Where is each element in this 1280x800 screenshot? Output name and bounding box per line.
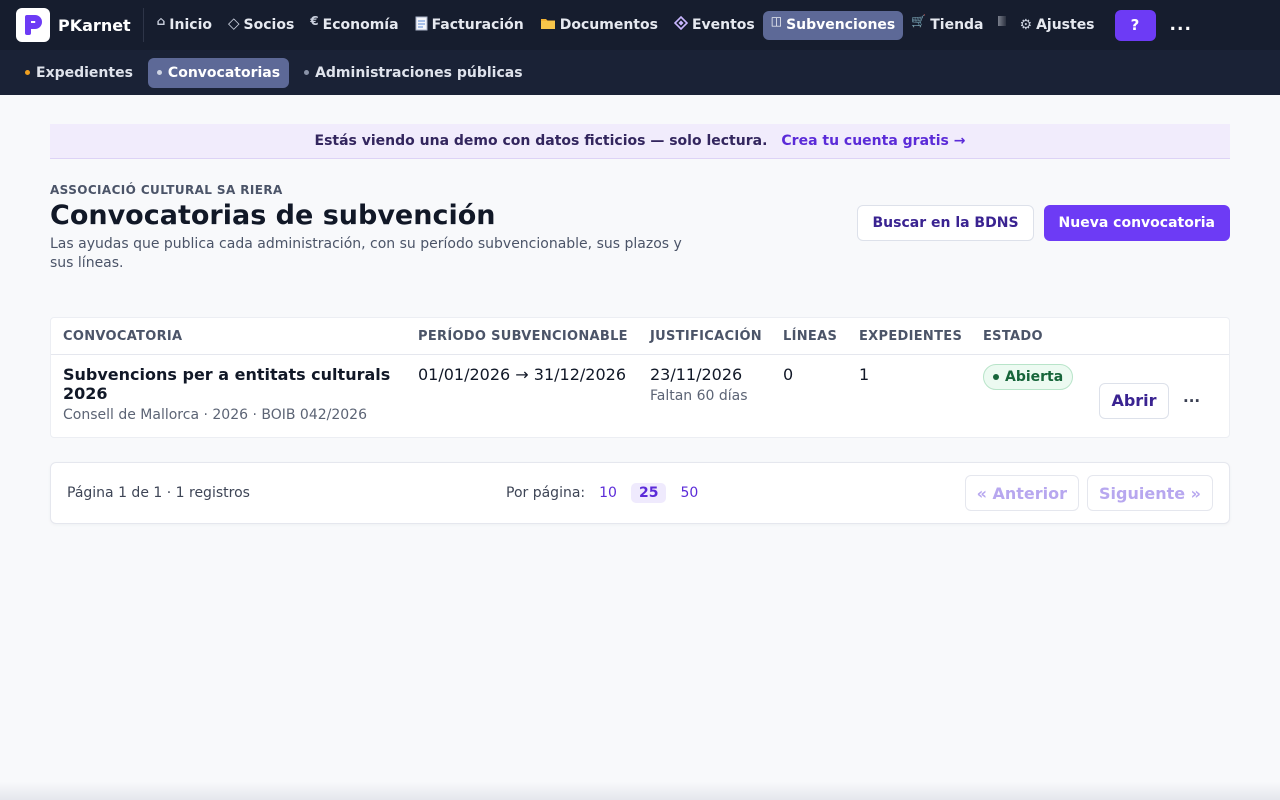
brand[interactable]: PKarnet (16, 8, 144, 42)
new-call-button[interactable]: Nueva convocatoria (1043, 205, 1230, 241)
brand-name: PKarnet (58, 15, 131, 35)
dot-icon (25, 70, 30, 75)
status-dot-icon (993, 374, 999, 380)
nav-item-label: Ajustes (1036, 17, 1095, 33)
subnav-item-label: Administraciones públicas (315, 64, 523, 81)
euro-icon: € (310, 14, 319, 28)
nav-item-facturacion[interactable]: Facturación (407, 11, 532, 40)
period-value: 01/01/2026 → 31/12/2026 (418, 365, 627, 384)
status-label: Abierta (1005, 369, 1064, 385)
nav-item-label: Eventos (691, 17, 755, 33)
more-menu-button[interactable]: ... (1170, 15, 1192, 35)
row-more-button[interactable]: ··· (1183, 392, 1200, 410)
pagination-nav: « Anterior Siguiente » (964, 475, 1213, 511)
column-header-justificacion[interactable]: JUSTIFICACIÓN (650, 329, 783, 344)
nav-item-ajustes[interactable]: ⚙ Ajustes (1012, 11, 1103, 40)
bottom-edge-shadow (0, 782, 1280, 800)
pagination: Página 1 de 1 · 1 registros Por página: … (50, 462, 1230, 524)
create-account-link[interactable]: Crea tu cuenta gratis → (781, 133, 965, 149)
table-row[interactable]: Subvencions per a entitats culturals 202… (51, 355, 1229, 437)
nav-item-documentos[interactable]: Documentos (532, 11, 666, 40)
justification-remaining: Faltan 60 días (650, 388, 748, 404)
row-actions: Abrir ··· (1099, 364, 1200, 437)
gear-icon: ⚙ (1019, 17, 1033, 33)
column-header-periodo[interactable]: PERÍODO SUBVENCIONABLE (418, 329, 650, 344)
cell-convocatoria: Subvencions per a entitats culturals 202… (51, 365, 418, 437)
nav-item-inicio[interactable]: ⌂ Inicio (149, 11, 220, 40)
help-button[interactable]: ? (1114, 9, 1156, 41)
nav-item-label: Tienda (930, 17, 984, 33)
per-page-option-25[interactable]: 25 (630, 483, 667, 503)
nav-item-label: Subvenciones (786, 17, 896, 33)
dot-icon (304, 70, 310, 75)
nav-item-label: Facturación (431, 17, 524, 33)
cell-expedientes: 1 (859, 365, 983, 437)
search-bdns-button[interactable]: Buscar en la BDNS (857, 205, 1034, 241)
main-nav: ⌂ Inicio ◇ Socios € Economía Facturación… (149, 0, 1192, 50)
justification-date: 23/11/2026 (650, 365, 743, 384)
column-header-estado[interactable]: ESTADO (983, 329, 1099, 344)
cell-estado: Abierta (983, 364, 1099, 437)
nav-item-tienda[interactable]: 🛒 Tienda (903, 11, 991, 40)
files-count: 1 (859, 365, 870, 384)
folder-icon (540, 16, 556, 29)
demo-banner: Estás viendo una demo con datos ficticio… (50, 124, 1230, 159)
next-page-button[interactable]: Siguiente » (1087, 475, 1213, 511)
page-header: ASSOCIACIÓ CULTURAL SA RIERA Convocatori… (50, 183, 1230, 283)
subnav-item-label: Expedientes (36, 64, 133, 81)
subnav-item-convocatorias[interactable]: Convocatorias (147, 57, 290, 88)
event-icon (673, 15, 689, 30)
subnav-item-administraciones[interactable]: Administraciones públicas (295, 58, 531, 88)
page-subtitle: Las ayudas que publica cada administraci… (50, 236, 682, 271)
subnav-item-expedientes[interactable]: Expedientes (16, 58, 142, 88)
nav-item-eventos[interactable]: Eventos (666, 11, 763, 40)
per-page-option-10[interactable]: 10 (591, 483, 625, 503)
nav-item-label: Inicio (169, 17, 212, 33)
cart-icon: 🛒 (911, 14, 927, 28)
lines-count: 0 (783, 365, 794, 384)
top-navbar: PKarnet ⌂ Inicio ◇ Socios € Economía Fac… (0, 0, 1280, 50)
dot-icon (156, 70, 162, 75)
nav-item-label: Socios (243, 17, 295, 33)
columns-icon: ◫ (770, 14, 783, 28)
receipt-icon (415, 16, 428, 30)
subnav-item-label: Convocatorias (167, 64, 281, 81)
demo-banner-text: Estás viendo una demo con datos ficticio… (314, 133, 768, 149)
call-name[interactable]: Subvencions per a entitats culturals 202… (63, 365, 418, 403)
table-header: CONVOCATORIA PERÍODO SUBVENCIONABLE JUST… (51, 318, 1229, 355)
cell-justificacion: 23/11/2026 Faltan 60 días (650, 365, 783, 437)
home-icon: ⌂ (156, 14, 166, 28)
diamond-icon: ◇ (228, 14, 240, 32)
open-button[interactable]: Abrir (1099, 382, 1169, 419)
per-page-selector: Por página: 10 25 50 (506, 483, 706, 503)
hidden-icon (997, 16, 1006, 26)
cell-periodo: 01/01/2026 → 31/12/2026 (418, 365, 650, 437)
per-page-label: Por página: (506, 485, 586, 501)
nav-item-label: Documentos (559, 17, 658, 33)
column-header-lineas[interactable]: LÍNEAS (783, 329, 859, 344)
nav-item-socios[interactable]: ◇ Socios (220, 11, 302, 40)
nav-item-label: Economía (322, 17, 399, 33)
organization-name: ASSOCIACIÓ CULTURAL SA RIERA (50, 183, 283, 197)
nav-item-economia[interactable]: € Economía (302, 11, 406, 40)
main-content: Estás viendo una demo con datos ficticio… (50, 124, 1230, 524)
sub-navbar: Expedientes Convocatorias Administracion… (0, 50, 1280, 95)
cell-lineas: 0 (783, 365, 859, 437)
logo-icon (16, 8, 50, 42)
pagination-info: Página 1 de 1 · 1 registros (67, 485, 250, 501)
column-header-convocatoria[interactable]: CONVOCATORIA (51, 329, 418, 344)
call-meta: Consell de Mallorca · 2026 · BOIB 042/20… (63, 407, 367, 423)
previous-page-button[interactable]: « Anterior (964, 475, 1080, 511)
header-actions: Buscar en la BDNS Nueva convocatoria (857, 205, 1230, 241)
column-header-expedientes[interactable]: EXPEDIENTES (859, 329, 983, 344)
per-page-option-50[interactable]: 50 (672, 483, 706, 503)
nav-item-subvenciones[interactable]: ◫ Subvenciones (762, 10, 904, 40)
calls-table: CONVOCATORIA PERÍODO SUBVENCIONABLE JUST… (50, 317, 1230, 438)
status-badge: Abierta (983, 364, 1074, 390)
